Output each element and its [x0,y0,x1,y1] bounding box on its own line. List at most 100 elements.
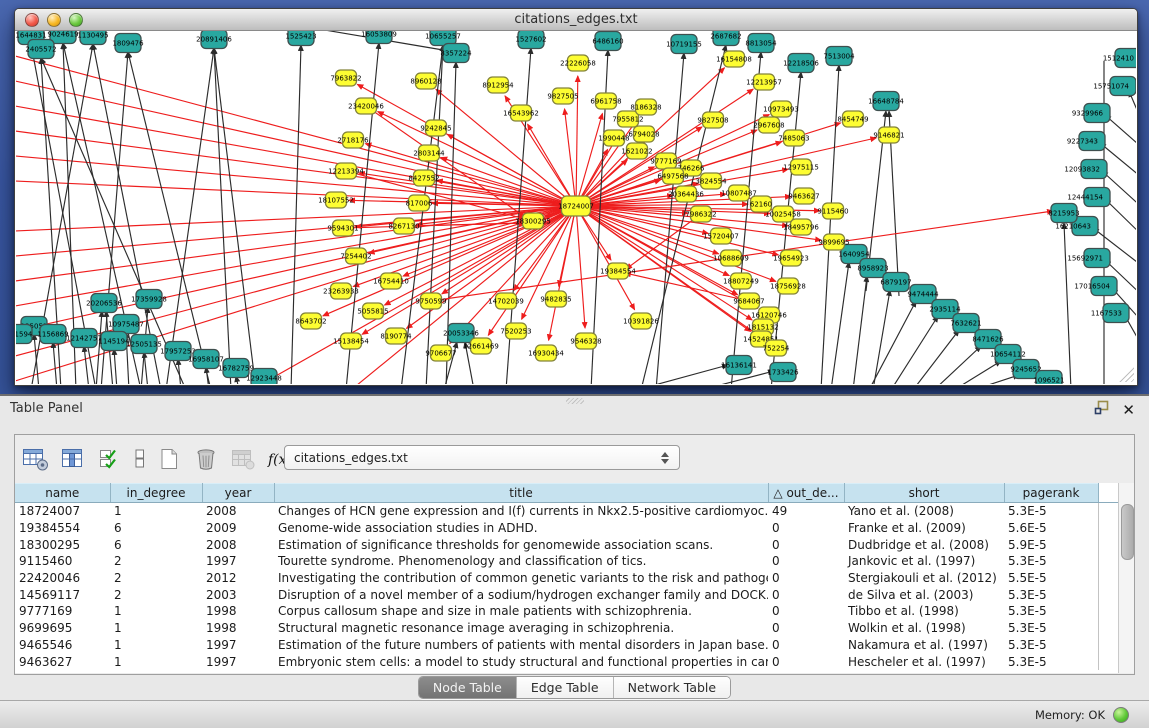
splitter-handle[interactable] [566,398,584,404]
tab-edge-table[interactable]: Edge Table [516,677,613,698]
table-cell[interactable]: 2009 [202,520,274,537]
table-options-button[interactable] [21,445,49,473]
table-cell[interactable]: 5.3E-5 [1004,620,1098,637]
table-vertical-scrollbar[interactable] [1118,483,1134,673]
table-cell[interactable]: 0 [768,553,844,570]
select-rows-check-button[interactable] [95,445,123,473]
table-cell[interactable]: Franke et al. (2009) [844,520,1004,537]
citation-network-graph[interactable]: 1872400716448319024619113049524055721809… [16,31,1136,384]
table-cell[interactable]: Investigating the contribution of common… [274,570,768,587]
minimize-window-button[interactable] [47,13,61,27]
table-cell[interactable]: 2012 [202,570,274,587]
table-cell[interactable]: 1 [110,620,202,637]
table-cell[interactable]: 5.5E-5 [1004,570,1098,587]
network-canvas[interactable]: 1872400716448319024619113049524055721809… [16,31,1136,384]
table-cell[interactable]: 14569117 [15,586,110,603]
table-row[interactable]: 2242004622012Investigating the contribut… [15,570,1118,587]
table-cell[interactable]: 5.3E-5 [1004,586,1098,603]
table-cell[interactable]: Changes of HCN gene expression and I(f) … [274,503,768,520]
table-cell[interactable]: 5.3E-5 [1004,637,1098,654]
table-cell[interactable]: Dudbridge et al. (2008) [844,536,1004,553]
table-cell[interactable]: 0 [768,620,844,637]
table-row[interactable]: 946554611997Estimation of the future num… [15,637,1118,654]
window-titlebar[interactable]: citations_edges.txt [15,9,1137,31]
table-cell[interactable]: 9777169 [15,603,110,620]
table-cell[interactable]: 1 [110,653,202,670]
column-header-name[interactable]: name [15,484,110,503]
table-row[interactable]: 1938455462009Genome-wide association stu… [15,520,1118,537]
table-cell[interactable]: 2008 [202,503,274,520]
table-cell[interactable]: 2003 [202,586,274,603]
table-cell[interactable]: Hescheler et al. (1997) [844,653,1004,670]
table-cell[interactable]: 2 [110,586,202,603]
table-cell[interactable]: Stergiakouli et al. (2012) [844,570,1004,587]
table-row[interactable]: 1830029562008Estimation of significance … [15,536,1118,553]
table-cell[interactable]: 1 [110,637,202,654]
table-cell[interactable]: 5.3E-5 [1004,503,1098,520]
column-header-title[interactable]: title [274,484,768,503]
table-cell[interactable]: 0 [768,653,844,670]
table-cell[interactable]: 49 [768,503,844,520]
table-row[interactable]: 1456911722003Disruption of a novel membe… [15,586,1118,603]
table-row[interactable]: 969969511998Structural magnetic resonanc… [15,620,1118,637]
table-cell[interactable]: 0 [768,520,844,537]
table-cell[interactable]: 0 [768,570,844,587]
table-select-dropdown[interactable]: citations_edges.txt [284,445,680,470]
tab-network-table[interactable]: Network Table [613,677,731,698]
table-cell[interactable]: 22420046 [15,570,110,587]
network-window[interactable]: citations_edges.txt 18724007164483190246… [14,8,1138,386]
table-cell[interactable]: 1997 [202,637,274,654]
column-header-short[interactable]: short [844,484,1004,503]
table-cell[interactable]: 1998 [202,603,274,620]
float-panel-icon[interactable] [1094,400,1110,419]
table-row[interactable]: 946362711997Embryonic stem cells: a mode… [15,653,1118,670]
table-cell[interactable]: 2 [110,553,202,570]
table-cell[interactable]: Genome-wide association studies in ADHD. [274,520,768,537]
column-header-in_degree[interactable]: in_degree [110,484,202,503]
table-row[interactable]: 911546021997Tourette syndrome. Phenomeno… [15,553,1118,570]
close-window-button[interactable] [25,13,39,27]
column-header-year[interactable]: year [202,484,274,503]
table-cell[interactable]: 5.3E-5 [1004,553,1098,570]
table-cell[interactable]: 19384554 [15,520,110,537]
trash-button[interactable] [192,445,220,473]
table-cell[interactable]: 9465546 [15,637,110,654]
table-cell[interactable]: 0 [768,586,844,603]
table-row[interactable]: 1872400712008Changes of HCN gene express… [15,503,1118,520]
table-cell[interactable]: 9699695 [15,620,110,637]
table-cell[interactable]: 5.3E-5 [1004,603,1098,620]
table-cell[interactable]: Estimation of significance thresholds fo… [274,536,768,553]
scrollbar-thumb[interactable] [1121,504,1134,560]
table-cell[interactable]: Embryonic stem cells: a model to study s… [274,653,768,670]
table-cell[interactable]: 6 [110,536,202,553]
new-file-button[interactable] [155,445,183,473]
table-cell[interactable]: 0 [768,603,844,620]
table-cell[interactable]: 1997 [202,553,274,570]
table-cell[interactable]: 9115460 [15,553,110,570]
table-cell[interactable]: Wolkin et al. (1998) [844,620,1004,637]
table-cell[interactable]: 18300295 [15,536,110,553]
column-header-out_de[interactable]: △ out_de... [768,484,844,503]
column-narrow-button[interactable] [132,445,146,473]
table-cell[interactable]: 1 [110,503,202,520]
table-cell[interactable]: 0 [768,637,844,654]
table-cell[interactable]: 5.6E-5 [1004,520,1098,537]
table-cell[interactable]: 2 [110,570,202,587]
table-cell[interactable]: de Silva et al. (2003) [844,586,1004,603]
table-cell[interactable]: Nakamura et al. (1997) [844,637,1004,654]
table-cell[interactable]: Yano et al. (2008) [844,503,1004,520]
table-cell[interactable]: Disruption of a novel member of a sodium… [274,586,768,603]
zoom-window-button[interactable] [69,13,83,27]
table-cell[interactable]: 18724007 [15,503,110,520]
table-cell[interactable]: 2008 [202,536,274,553]
table-cell[interactable]: Structural magnetic resonance image aver… [274,620,768,637]
table-cell[interactable]: 6 [110,520,202,537]
tab-node-table[interactable]: Node Table [419,677,516,698]
table-cell[interactable]: Tibbo et al. (1998) [844,603,1004,620]
table-cell[interactable]: 0 [768,536,844,553]
table-cell[interactable]: 1998 [202,620,274,637]
table-row[interactable]: 977716911998Corpus callosum shape and si… [15,603,1118,620]
table-cell[interactable]: Tourette syndrome. Phenomenology and cla… [274,553,768,570]
close-panel-icon[interactable]: ✕ [1122,401,1135,419]
table-cell[interactable]: 1997 [202,653,274,670]
